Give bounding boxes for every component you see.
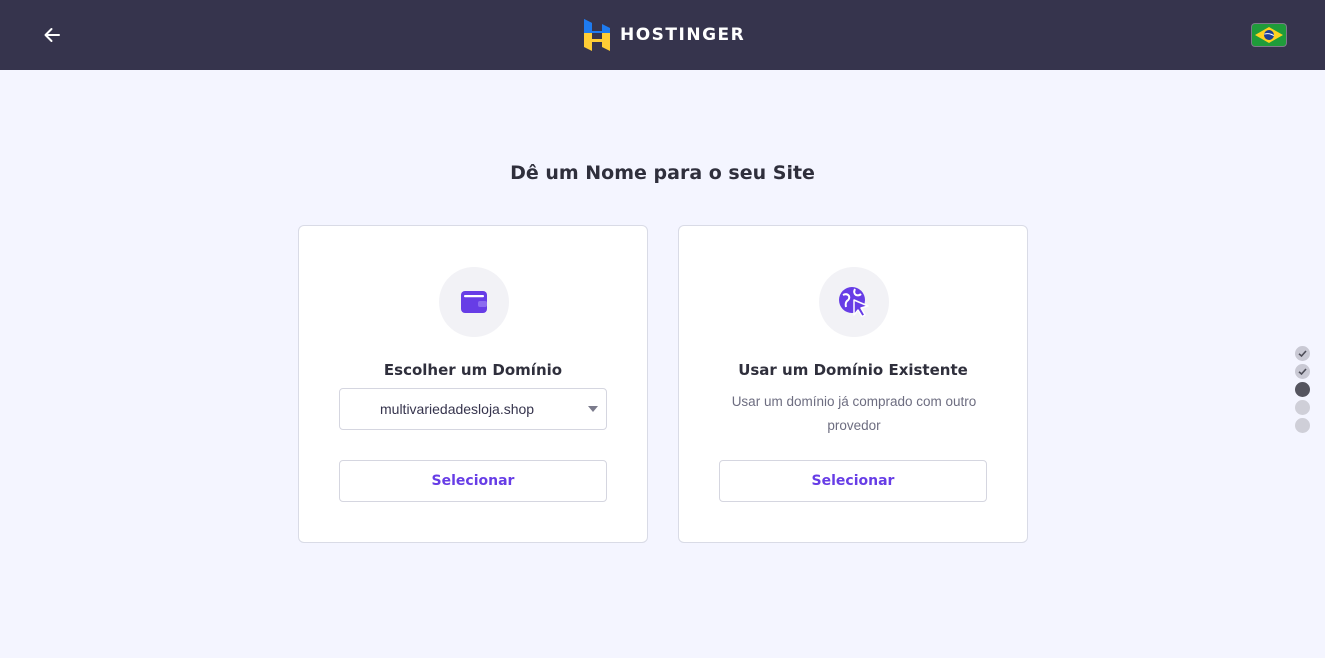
hostinger-logo[interactable]: HOSTINGER [584,19,745,51]
language-selector[interactable] [1252,24,1286,46]
hostinger-h-icon [584,19,610,51]
step-1-done [1295,346,1310,361]
wallet-icon [461,291,487,313]
step-3-current [1295,382,1310,397]
step-5-pending [1295,418,1310,433]
step-4-pending [1295,400,1310,415]
existing-domain-description: Usar um domínio já comprado com outro pr… [731,394,977,433]
wallet-icon-circle [439,267,509,337]
arrow-left-icon [44,28,60,42]
caret-down-icon [588,406,598,412]
choose-domain-select-button[interactable]: Selecionar [339,460,607,502]
check-icon [1298,350,1307,358]
domain-select[interactable]: multivariedadesloja.shop [339,388,607,430]
progress-stepper [1295,346,1311,436]
existing-domain-card: Usar um Domínio Existente Usar um domíni… [678,225,1028,543]
existing-domain-title: Usar um Domínio Existente [738,361,968,379]
check-icon [1298,368,1307,376]
logo-text: HOSTINGER [620,25,746,45]
choose-domain-card: Escolher um Domínio multivariedadesloja.… [298,225,648,543]
page-title: Dê um Nome para o seu Site [510,162,815,184]
choose-domain-title: Escolher um Domínio [383,361,563,379]
step-2-done [1295,364,1310,379]
existing-domain-select-button[interactable]: Selecionar [719,460,987,502]
globe-icon-circle [819,267,889,337]
globe-cursor-icon [839,287,869,318]
top-bar: HOSTINGER [0,0,1325,70]
back-button[interactable] [38,21,66,49]
domain-select-value: multivariedadesloja.shop [380,401,535,417]
brazil-flag-icon [1253,25,1285,45]
